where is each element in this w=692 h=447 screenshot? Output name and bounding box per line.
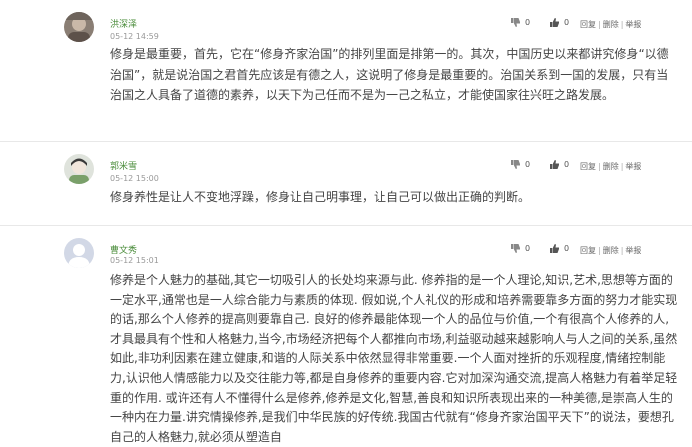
comment-text: 修身养性是让人不变地浮躁，修身让自己明事理，让自己可以做出正确的判断。: [110, 190, 531, 204]
delete-link[interactable]: 删除: [603, 246, 619, 255]
report-link[interactable]: 举报: [625, 162, 641, 171]
separator: |: [598, 20, 601, 29]
avatar[interactable]: [64, 12, 94, 42]
separator: |: [620, 20, 624, 29]
like-count: 0: [564, 18, 570, 27]
like-count: 0: [564, 244, 570, 253]
comment-item: 郭米雪 05-12 15:00 0 0 回复 | 删除 | 举报 修身养性是让人不变地浮…: [0, 142, 692, 226]
thumbs-down-icon: [511, 18, 520, 27]
like-button[interactable]: 0: [549, 17, 569, 28]
timestamp: 05-12 14:59: [110, 32, 159, 41]
separator: |: [598, 246, 601, 255]
reply-link[interactable]: 回复: [580, 246, 596, 255]
separator: |: [620, 162, 624, 171]
like-count: 0: [564, 160, 570, 169]
report-link[interactable]: 举报: [625, 20, 641, 29]
comment-actions: 回复 | 删除 | 举报: [580, 19, 641, 30]
dislike-count: 0: [525, 18, 531, 27]
separator: |: [598, 162, 601, 171]
timestamp: 05-12 15:01: [110, 256, 159, 265]
like-button[interactable]: 0: [549, 159, 569, 170]
comment-text: 修身是最重要，首先，它在“修身齐家治国”的排列里面是排第一的。其次，中国历史以来…: [110, 47, 669, 102]
thumbs-down-icon: [511, 160, 520, 169]
thumbs-up-icon: [550, 160, 559, 169]
dislike-button[interactable]: 0: [510, 159, 530, 170]
avatar[interactable]: [64, 238, 94, 268]
comment-item: 曹文秀 05-12 15:01 0 0 回复 | 删除 | 举报 修养是个人魅力的基础,…: [0, 226, 692, 444]
username[interactable]: 郭米雪: [110, 159, 137, 172]
like-button[interactable]: 0: [549, 243, 569, 254]
comment-text: 修养是个人魅力的基础,其它一切吸引人的长处均来源与此. 修养指的是一个人理论,知…: [110, 273, 678, 444]
thumbs-down-icon: [511, 244, 520, 253]
reply-link[interactable]: 回复: [580, 162, 596, 171]
delete-link[interactable]: 删除: [603, 162, 619, 171]
comment-item: 洪深泽 05-12 14:59 0 0 回复 | 删除 | 举报 修身是最重要，首先，它…: [0, 0, 692, 142]
username[interactable]: 洪深泽: [110, 17, 137, 30]
dislike-button[interactable]: 0: [510, 17, 530, 28]
report-link[interactable]: 举报: [625, 246, 641, 255]
dislike-button[interactable]: 0: [510, 243, 530, 254]
reply-link[interactable]: 回复: [580, 20, 596, 29]
separator: |: [620, 246, 624, 255]
delete-link[interactable]: 删除: [603, 20, 619, 29]
comment-actions: 回复 | 删除 | 举报: [580, 161, 641, 172]
username[interactable]: 曹文秀: [110, 243, 137, 256]
dislike-count: 0: [525, 244, 531, 253]
avatar[interactable]: [64, 154, 94, 184]
timestamp: 05-12 15:00: [110, 174, 159, 183]
thumbs-up-icon: [550, 244, 559, 253]
dislike-count: 0: [525, 160, 531, 169]
comment-actions: 回复 | 删除 | 举报: [580, 245, 641, 256]
thumbs-up-icon: [550, 18, 559, 27]
